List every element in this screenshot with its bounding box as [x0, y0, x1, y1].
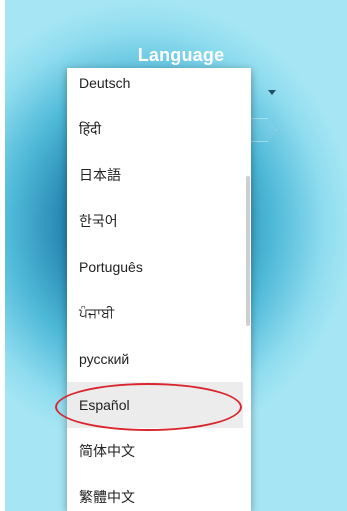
language-option-hindi[interactable]: हिंदी	[67, 106, 243, 152]
language-option-russian[interactable]: русский	[67, 336, 243, 382]
language-option-deutsch[interactable]: Deutsch	[67, 68, 243, 106]
language-option-japanese[interactable]: 日本語	[67, 152, 243, 198]
language-option-punjabi[interactable]: ਪੰਜਾਬੀ	[67, 290, 243, 336]
language-option-simplified-chinese[interactable]: 简体中文	[67, 428, 243, 474]
language-option-korean[interactable]: 한국어	[67, 198, 243, 244]
menu-scrollbar[interactable]	[246, 176, 250, 326]
dropdown-arrow-icon[interactable]	[268, 90, 276, 95]
app-screen: Language Deutsch हिंदी 日本語 한국어 Português…	[5, 0, 347, 511]
language-dropdown-menu: Deutsch हिंदी 日本語 한국어 Português ਪੰਜਾਬੀ р…	[67, 68, 251, 511]
language-option-spanish[interactable]: Español	[67, 382, 243, 428]
page-title: Language	[137, 45, 225, 65]
language-option-portuguese[interactable]: Português	[67, 244, 243, 290]
language-option-traditional-chinese[interactable]: 繁體中文	[67, 474, 243, 511]
